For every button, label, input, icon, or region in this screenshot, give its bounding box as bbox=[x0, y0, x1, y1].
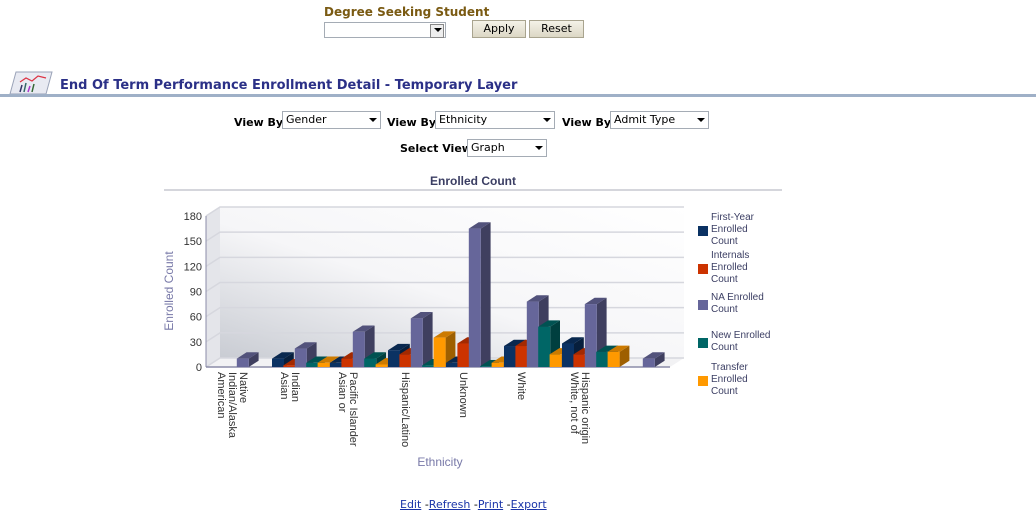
footer-links: Edit -Refresh -Print -Export bbox=[400, 498, 547, 511]
x-tick-label: American bbox=[215, 372, 227, 418]
legend-label: First-Year Enrolled Count bbox=[711, 212, 754, 247]
y-tick-label: 150 bbox=[184, 236, 202, 248]
bar-na-enrolled-count-side bbox=[422, 312, 433, 367]
bar-new-enrolled-count bbox=[596, 351, 609, 367]
bar-na-enrolled-count bbox=[410, 318, 423, 367]
x-tick-label: Hispanic/Latino bbox=[399, 372, 411, 447]
x-tick-label: White bbox=[515, 372, 527, 400]
x-axis-label: Ethnicity bbox=[417, 455, 462, 469]
bar-first-year-enrolled-count bbox=[504, 346, 516, 367]
bar-na-enrolled-count-side bbox=[480, 222, 491, 367]
refresh-link[interactable]: Refresh bbox=[429, 498, 471, 511]
y-tick-label: 180 bbox=[184, 211, 202, 223]
bar-transfer-enrolled-count bbox=[491, 362, 504, 367]
bar-new-enrolled-count bbox=[480, 366, 493, 367]
y-tick-label: 120 bbox=[184, 261, 202, 273]
bar-first-year-enrolled-count bbox=[272, 358, 284, 367]
legend-swatch bbox=[698, 338, 708, 348]
enrolled-count-chart: Enrolled Count 0306090120150180American I… bbox=[162, 174, 782, 469]
chart-title-divider bbox=[164, 189, 782, 191]
bar-internals-enrolled-count bbox=[573, 354, 586, 367]
legend-label: Transfer Enrolled Count bbox=[711, 362, 748, 397]
legend-swatch bbox=[698, 300, 708, 310]
x-tick-label: Asian bbox=[278, 372, 290, 400]
bar-first-year-enrolled-count bbox=[446, 362, 458, 367]
bar-na-enrolled-count bbox=[236, 358, 249, 367]
bar-na-enrolled-count bbox=[526, 301, 539, 367]
legend-swatch bbox=[698, 264, 708, 274]
bar-internals-enrolled-count bbox=[399, 354, 412, 367]
bar-new-enrolled-count bbox=[306, 362, 319, 367]
x-tick-label: Unknown bbox=[457, 372, 469, 418]
chart-title: Enrolled Count bbox=[430, 174, 516, 188]
y-tick-label: 90 bbox=[190, 287, 202, 299]
legend-swatch bbox=[698, 376, 708, 386]
x-tick-label: Hispanic origin bbox=[579, 372, 591, 444]
bar-internals-enrolled-count bbox=[515, 346, 528, 367]
x-tick-label: Pacific Islander bbox=[347, 372, 359, 447]
bar-first-year-enrolled-count bbox=[388, 350, 400, 367]
x-tick-label: Indian/Alaska bbox=[226, 372, 238, 439]
y-axis-label: Enrolled Count bbox=[162, 251, 176, 331]
legend-swatch bbox=[698, 226, 708, 236]
x-tick-label: Indian bbox=[289, 372, 301, 402]
legend-label: New Enrolled Count bbox=[711, 330, 771, 353]
bar-first-year-enrolled-count bbox=[330, 362, 342, 367]
x-tick-label: Native bbox=[237, 372, 249, 403]
bar-transfer-enrolled-count bbox=[549, 354, 562, 367]
y-tick-label: 60 bbox=[190, 312, 202, 324]
legend-label: NA Enrolled Count bbox=[711, 292, 764, 315]
y-tick-label: 0 bbox=[196, 362, 202, 374]
bar-transfer-enrolled-count bbox=[433, 337, 446, 367]
bar-internals-enrolled-count bbox=[457, 343, 470, 367]
bar-na-enrolled-count bbox=[642, 358, 655, 367]
bar-na-enrolled-count bbox=[352, 331, 365, 367]
bar-na-enrolled-count bbox=[468, 228, 481, 367]
bar-internals-enrolled-count bbox=[283, 365, 296, 367]
bar-new-enrolled-count bbox=[538, 326, 551, 367]
bar-transfer-enrolled-count bbox=[375, 364, 388, 367]
bar-transfer-enrolled-count bbox=[607, 351, 620, 367]
x-tick-label: Asian or bbox=[336, 372, 348, 413]
edit-link[interactable]: Edit bbox=[400, 498, 421, 511]
y-tick-label: 30 bbox=[190, 337, 202, 349]
bar-internals-enrolled-count bbox=[341, 358, 354, 367]
bar-new-enrolled-count bbox=[364, 358, 377, 367]
export-link[interactable]: Export bbox=[511, 498, 547, 511]
bar-na-enrolled-count bbox=[294, 348, 307, 367]
bar-first-year-enrolled-count bbox=[562, 343, 574, 367]
bar-na-enrolled-count bbox=[584, 304, 597, 367]
x-tick-label: White, not of bbox=[568, 372, 580, 435]
legend-label: Internals Enrolled Count bbox=[711, 250, 750, 285]
print-link[interactable]: Print bbox=[478, 498, 503, 511]
bar-new-enrolled-count bbox=[422, 365, 435, 367]
bar-transfer-enrolled-count bbox=[317, 362, 330, 367]
